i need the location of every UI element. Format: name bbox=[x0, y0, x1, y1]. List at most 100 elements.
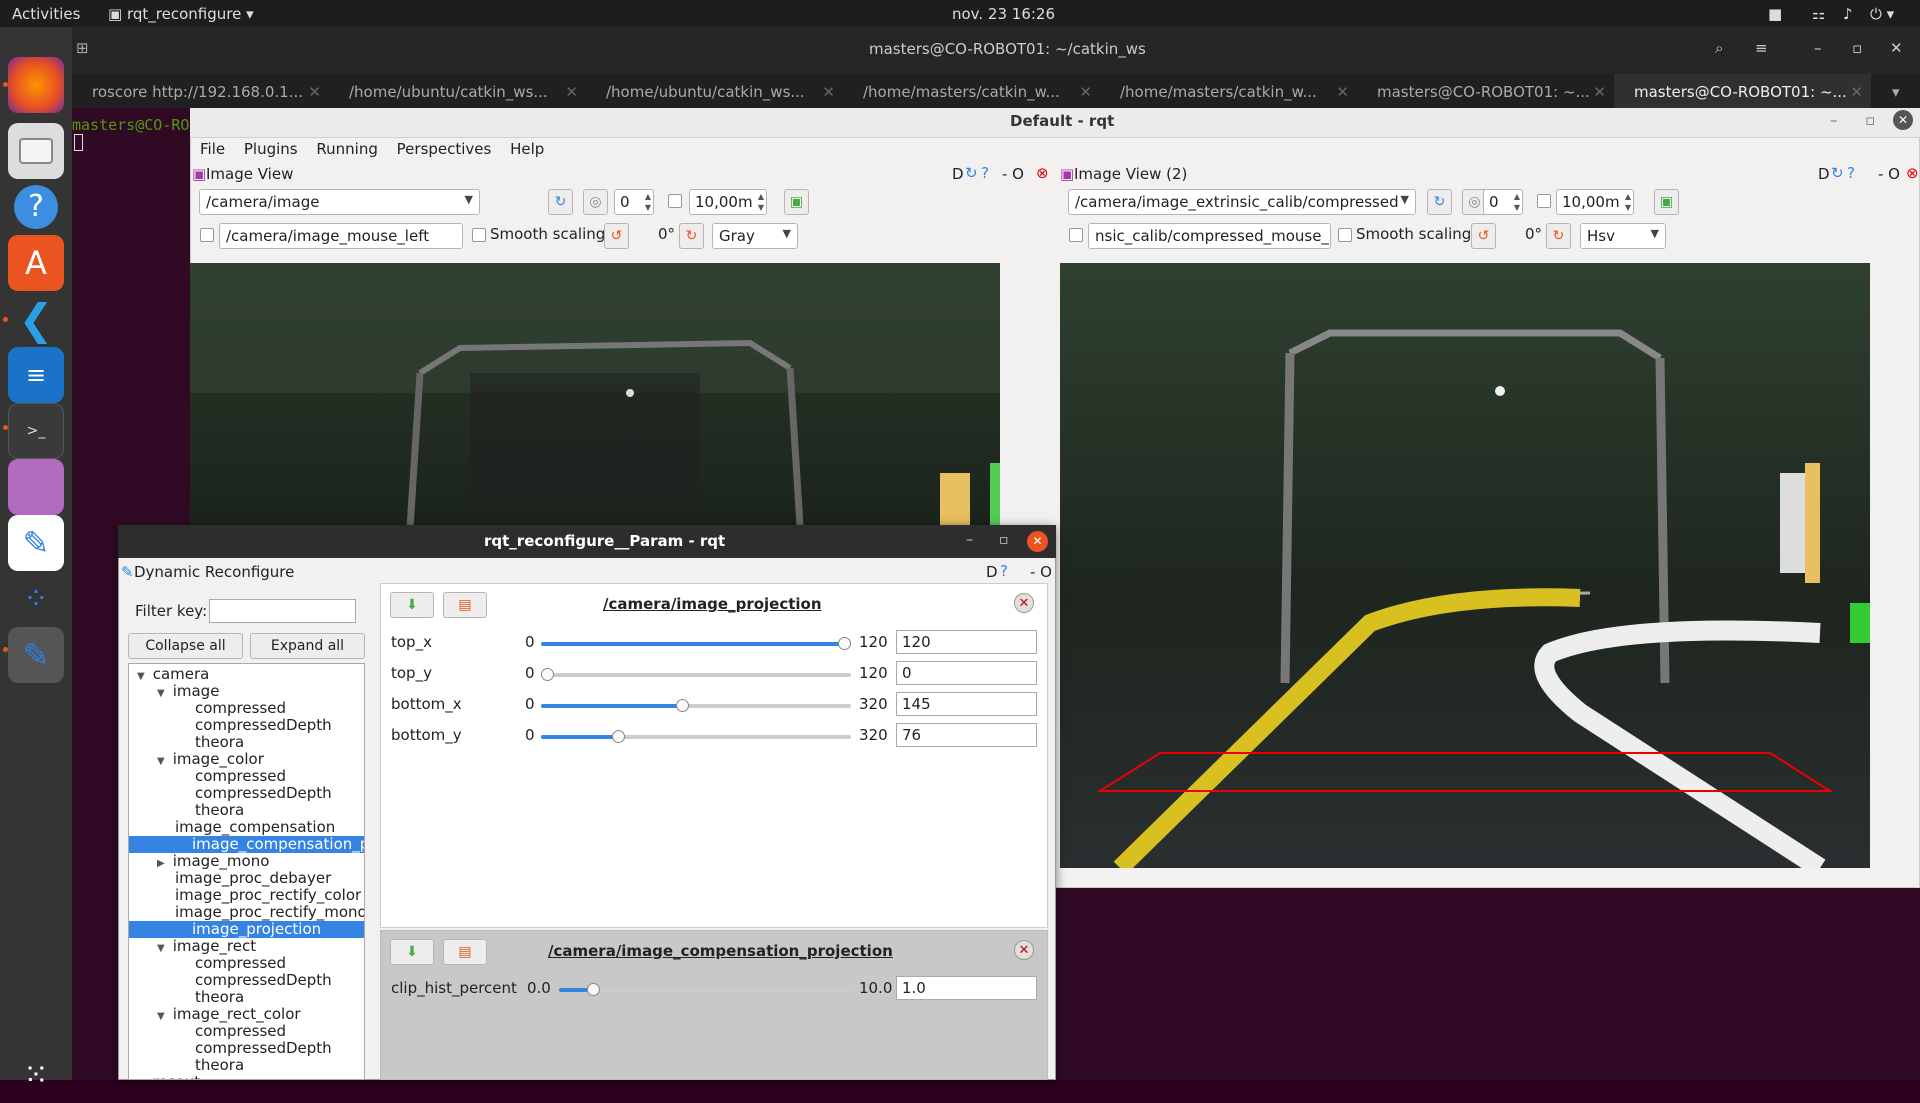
tree-node[interactable]: image_proc_rectify_mono bbox=[157, 904, 364, 921]
collapsed-arrow-icon[interactable]: ▶ bbox=[157, 858, 165, 869]
terminal-tab[interactable]: roscore http://192.168.0.1... ✕ bbox=[72, 74, 329, 108]
tabs-dropdown-icon[interactable]: ▾ bbox=[1892, 83, 1900, 101]
tree-node[interactable]: compressed bbox=[177, 1023, 286, 1040]
param-value-input[interactable]: 76 bbox=[896, 723, 1037, 747]
rotate-right-button[interactable]: ↻ bbox=[679, 223, 704, 249]
tree-node[interactable]: compressed bbox=[177, 955, 286, 972]
param-slider[interactable] bbox=[541, 668, 851, 681]
maximize-icon[interactable]: ▫ bbox=[1865, 111, 1875, 129]
rqt-icon[interactable]: ✎ bbox=[8, 627, 64, 683]
zoom-button[interactable]: ◎ bbox=[583, 189, 608, 215]
help-icon[interactable]: ? bbox=[1847, 164, 1855, 182]
topic-select[interactable]: /camera/image ▼ bbox=[199, 189, 480, 215]
editor-icon[interactable]: ✎ bbox=[8, 515, 64, 571]
minimize-icon[interactable]: – bbox=[1814, 39, 1822, 57]
expanded-arrow-icon[interactable]: ▼ bbox=[157, 1011, 165, 1022]
tree-node[interactable]: image_proc_debayer bbox=[157, 870, 331, 887]
tree-node[interactable]: theora bbox=[177, 989, 244, 1006]
slider-knob[interactable] bbox=[541, 668, 554, 681]
spin-arrows[interactable]: ▲ ▼ bbox=[1625, 191, 1631, 213]
tree-node[interactable]: ▼ camera bbox=[137, 666, 209, 683]
tree-node[interactable]: compressed bbox=[177, 700, 286, 717]
expanded-arrow-icon[interactable]: ▼ bbox=[157, 756, 165, 767]
dock-tools[interactable]: D bbox=[1818, 165, 1830, 183]
reload-icon[interactable]: ↻ bbox=[965, 164, 978, 182]
spin-arrows[interactable]: ▲ ▼ bbox=[758, 191, 764, 213]
software-icon[interactable]: A bbox=[8, 235, 64, 291]
close-tab-icon[interactable]: ✕ bbox=[822, 83, 835, 101]
tree-node[interactable]: ▼ image bbox=[157, 683, 219, 700]
zoom-spin[interactable]: 0 ▲ ▼ bbox=[1483, 189, 1523, 215]
firefox-icon[interactable] bbox=[8, 57, 64, 113]
maximize-icon[interactable]: ▫ bbox=[1852, 39, 1862, 57]
terminal-tab[interactable]: /home/ubuntu/catkin_ws... ✕ bbox=[329, 74, 586, 108]
plugin-controls[interactable]: - O bbox=[1878, 165, 1900, 183]
expanded-arrow-icon[interactable]: ▼ bbox=[137, 671, 145, 682]
mouse-topic-input[interactable]: nsic_calib/compressed_mouse_left bbox=[1088, 223, 1331, 249]
color-scheme-select[interactable]: Hsv ▼ bbox=[1580, 223, 1666, 249]
reload-icon[interactable]: ↻ bbox=[1831, 164, 1844, 182]
smooth-scaling-checkbox[interactable] bbox=[472, 228, 486, 242]
minimize-icon[interactable]: – bbox=[966, 532, 973, 548]
tree-node[interactable]: ▶ image_mono bbox=[157, 853, 269, 870]
close-tab-icon[interactable]: ✕ bbox=[565, 83, 578, 101]
menu-running[interactable]: Running bbox=[316, 140, 377, 158]
save-params-button[interactable]: ⬇ bbox=[390, 939, 434, 965]
expand-all-button[interactable]: Expand all bbox=[250, 633, 365, 659]
param-value-input[interactable]: 1.0 bbox=[896, 976, 1037, 1000]
network-icon[interactable]: ⚏ bbox=[1812, 5, 1825, 23]
tree-node[interactable]: theora bbox=[177, 734, 244, 751]
camera-icon[interactable]: ■ bbox=[1768, 5, 1782, 23]
close-tab-icon[interactable]: ✕ bbox=[1336, 83, 1349, 101]
terminal-icon[interactable]: >_ bbox=[8, 403, 64, 459]
plugin-controls[interactable]: - O bbox=[1030, 563, 1052, 581]
menu-plugins[interactable]: Plugins bbox=[244, 140, 298, 158]
help-icon[interactable]: ? bbox=[8, 179, 64, 235]
tree-node[interactable]: image_compensation_pro... bbox=[129, 836, 364, 853]
tree-node[interactable]: compressedDepth bbox=[177, 1040, 332, 1057]
close-group-button[interactable]: ✕ bbox=[1014, 593, 1034, 613]
param-value-input[interactable]: 0 bbox=[896, 661, 1037, 685]
slider-knob[interactable] bbox=[838, 637, 851, 650]
help-icon[interactable]: ? bbox=[1000, 562, 1008, 580]
close-icon[interactable]: ✕ bbox=[1027, 531, 1048, 552]
spin-arrows[interactable]: ▲ ▼ bbox=[645, 191, 651, 213]
spin-arrows[interactable]: ▲ ▼ bbox=[1514, 191, 1520, 213]
param-slider[interactable] bbox=[541, 699, 851, 712]
minimize-icon[interactable]: – bbox=[1830, 111, 1838, 129]
param-slider[interactable] bbox=[559, 983, 851, 996]
camera-image-2[interactable] bbox=[1060, 263, 1870, 868]
rotate-right-button[interactable]: ↻ bbox=[1546, 223, 1571, 249]
plugin-controls[interactable]: - O bbox=[1002, 165, 1024, 183]
power-icon[interactable]: ⏻ ▾ bbox=[1870, 5, 1894, 23]
close-tab-icon[interactable]: ✕ bbox=[1593, 83, 1606, 101]
new-tab-icon[interactable]: ⊞ bbox=[76, 39, 89, 57]
vscode-icon[interactable]: ❮ bbox=[8, 291, 64, 347]
expanded-arrow-icon[interactable]: ▼ bbox=[157, 688, 165, 699]
refresh-button[interactable]: ↻ bbox=[1427, 189, 1452, 215]
app-menu[interactable]: ▣ rqt_reconfigure ▾ bbox=[108, 5, 254, 23]
terminal-tab[interactable]: /home/masters/catkin_w... ✕ bbox=[1100, 74, 1357, 108]
rate-checkbox[interactable] bbox=[668, 194, 682, 208]
close-icon[interactable]: ✕ bbox=[1893, 110, 1913, 130]
rate-spin[interactable]: 10,00m ▲ ▼ bbox=[1556, 189, 1634, 215]
zoom-spin[interactable]: 0 ▲ ▼ bbox=[614, 189, 654, 215]
tree-node[interactable]: image_compensation bbox=[157, 819, 335, 836]
tree-node[interactable]: compressedDepth bbox=[177, 972, 332, 989]
help-icon[interactable]: ? bbox=[981, 164, 989, 182]
tree-node[interactable]: compressed bbox=[177, 768, 286, 785]
slider-knob[interactable] bbox=[675, 699, 689, 712]
smooth-scaling-checkbox[interactable] bbox=[1338, 228, 1352, 242]
close-group-button[interactable]: ✕ bbox=[1014, 940, 1034, 960]
topic-select[interactable]: /camera/image_extrinsic_calib/compressed… bbox=[1068, 189, 1416, 215]
collapse-all-button[interactable]: Collapse all bbox=[128, 633, 243, 659]
tree-node[interactable]: theora bbox=[177, 802, 244, 819]
refresh-button[interactable]: ↻ bbox=[548, 189, 573, 215]
mouse-pub-checkbox[interactable] bbox=[1069, 228, 1083, 242]
save-params-button[interactable]: ⬇ bbox=[390, 592, 434, 618]
node-tree[interactable]: ▼ camera ▼ image compressed compressedDepth th… bbox=[128, 663, 365, 1080]
clock[interactable]: nov. 23 16:26 bbox=[952, 5, 1055, 23]
tree-node[interactable]: compressedDepth bbox=[177, 785, 332, 802]
menu-icon[interactable]: ≡ bbox=[1755, 39, 1768, 57]
expanded-arrow-icon[interactable]: ▼ bbox=[157, 943, 165, 954]
